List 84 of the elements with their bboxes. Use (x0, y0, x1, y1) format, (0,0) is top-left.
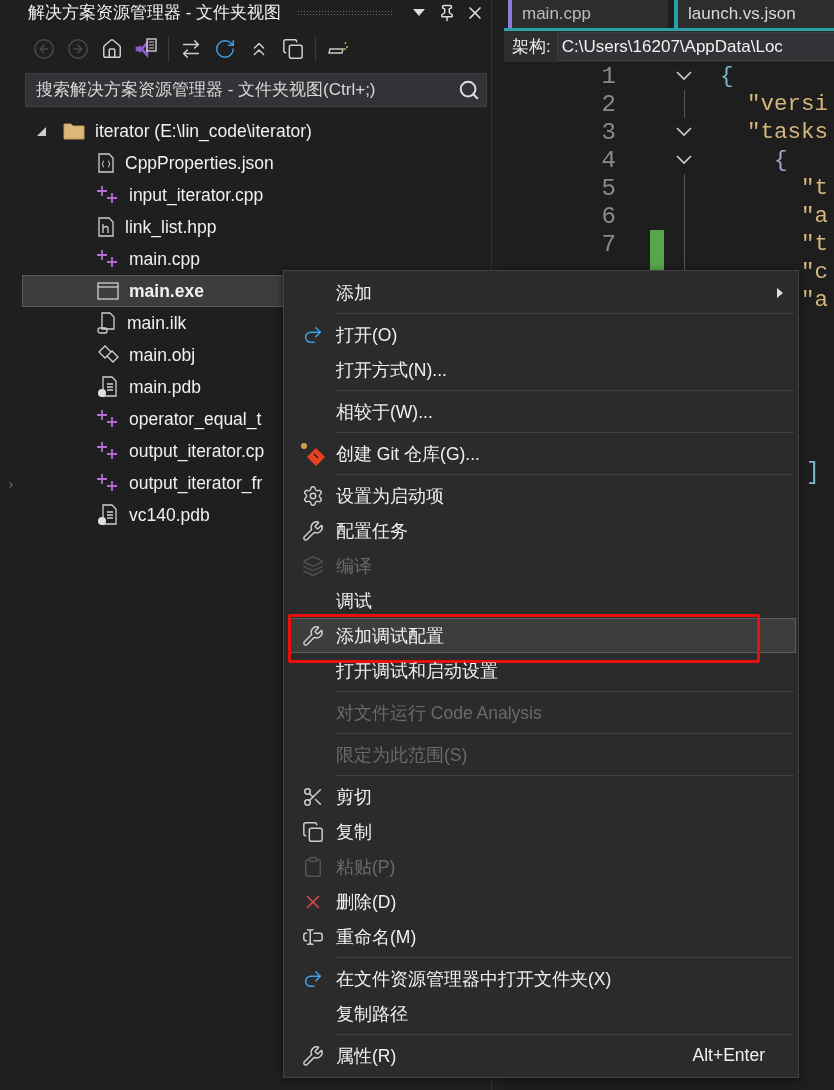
tree-item[interactable]: link_list.hpp (22, 211, 491, 243)
menu-item[interactable]: 打开调试和启动设置 (289, 653, 796, 688)
toolbar-button[interactable] (281, 37, 305, 61)
database-file-icon (97, 376, 119, 398)
menu-item[interactable]: 设置为启动项 (289, 478, 796, 513)
menu-item[interactable]: 复制路径 (289, 996, 796, 1031)
line-number: 7 (600, 230, 616, 258)
line-number: 2 (600, 90, 616, 118)
wrench-icon (302, 624, 324, 647)
tree-item[interactable]: main.cpp (22, 243, 491, 275)
window-icon (97, 281, 119, 301)
menu-item[interactable]: 调试 (289, 583, 796, 618)
copy-icon (282, 38, 304, 60)
json-file-icon (97, 153, 115, 173)
git-icon (300, 441, 326, 466)
menu-item[interactable]: 配置任务 (289, 513, 796, 548)
menu-item[interactable]: 在文件资源管理器中打开文件夹(X) (289, 961, 796, 996)
menu-item[interactable]: 复制 (289, 814, 796, 849)
cpp-file-icon (97, 185, 119, 205)
settings-icon (302, 484, 324, 507)
menu-item[interactable]: 删除(D) (289, 884, 796, 919)
menu-item[interactable]: 打开(O) (289, 317, 796, 352)
code-line: "a (800, 287, 829, 313)
code-line: { (773, 147, 788, 173)
scissors-icon (302, 785, 324, 808)
indent-guide (683, 90, 685, 118)
line-number: 1 (600, 62, 616, 90)
line-number: 5 (600, 174, 616, 202)
code-line: "t (800, 175, 829, 201)
header-file-icon (97, 217, 115, 237)
forward-icon (67, 38, 89, 60)
back-icon (33, 38, 55, 60)
wrench-icon (302, 519, 324, 542)
editor-tab[interactable]: main.cpp (508, 0, 668, 28)
menu-item[interactable]: 添加调试配置 (289, 618, 796, 653)
sync-icon (180, 38, 202, 60)
architecture-label: 架构: (512, 36, 551, 58)
code-line: { (720, 63, 734, 89)
menu-item[interactable]: 打开方式(N)... (289, 352, 796, 387)
cpp-file-icon (97, 409, 119, 429)
search-icon (458, 79, 480, 101)
menu-item[interactable]: 剪切 (289, 779, 796, 814)
editor-tab[interactable]: launch.vs.json (674, 0, 834, 28)
copy-icon (302, 820, 324, 843)
refresh-icon (214, 38, 236, 60)
dropdown-icon (413, 8, 425, 17)
cpp-file-icon (97, 473, 119, 493)
cpp-file-icon (97, 441, 119, 461)
chevron-icon (6, 480, 16, 490)
stack-icon (302, 554, 324, 577)
expander-icon[interactable] (35, 125, 47, 137)
pin-icon (438, 3, 456, 22)
clipboard-icon (302, 855, 324, 878)
folder-icon (63, 122, 85, 140)
line-number: 6 (600, 202, 616, 230)
menu-item[interactable]: 属性(R) Alt+Enter (289, 1038, 796, 1073)
toolbar-button[interactable] (213, 37, 237, 61)
search-field[interactable]: 搜索解决方案资源管理器 - 文件夹视图(Ctrl+;) (25, 73, 487, 107)
tree-item[interactable]: input_iterator.cpp (22, 179, 491, 211)
line-number: 3 (600, 118, 616, 146)
fold-icon[interactable] (675, 154, 693, 166)
menu-item[interactable]: 相较于(W)... (289, 394, 796, 429)
database-file-icon (97, 504, 119, 526)
link-file-icon (97, 312, 117, 334)
shortcut-label: Alt+Enter (692, 1045, 765, 1066)
menu-item[interactable]: 重命名(M) (289, 919, 796, 954)
line-number: 4 (600, 146, 616, 174)
fold-icon[interactable] (675, 126, 693, 138)
home-icon (101, 38, 123, 60)
code-line: "c (800, 259, 829, 285)
menu-item[interactable]: 创建 Git 仓库(G)... (289, 436, 796, 471)
code-line: "versi (746, 91, 829, 117)
code-line: "t (800, 231, 829, 257)
code-line: "a (800, 203, 829, 229)
cpp-file-icon (97, 249, 119, 269)
code-line: "tasks (746, 119, 829, 145)
wrench-icon (302, 1044, 324, 1067)
tree-item[interactable]: iterator (E:\lin_code\iterator) (22, 115, 491, 147)
fold-icon[interactable] (675, 70, 693, 82)
toolbar-button[interactable] (100, 37, 124, 61)
panel-title: 解决方案资源管理器 - 文件夹视图 (28, 2, 282, 24)
tree-item[interactable]: CppProperties.json (22, 147, 491, 179)
code-line: ] (806, 460, 820, 486)
architecture-field[interactable]: C:\Users\16207\AppData\Loc (556, 32, 834, 61)
